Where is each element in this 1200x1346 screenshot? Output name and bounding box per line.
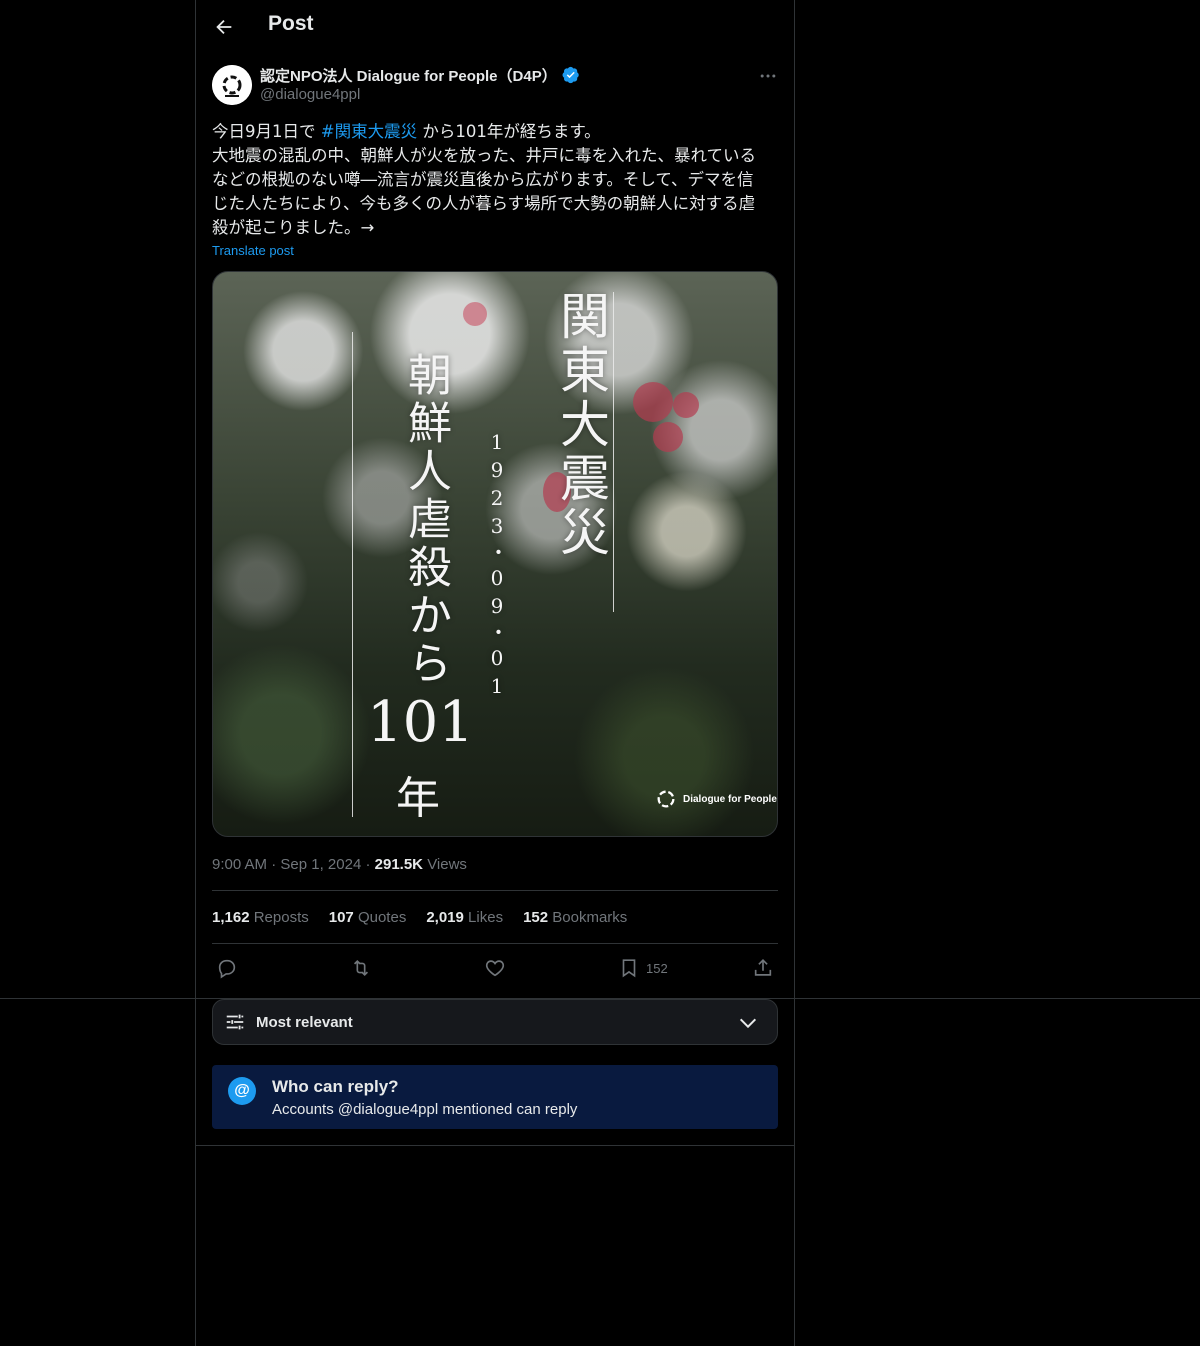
- likes-stat[interactable]: 2,019 Likes: [426, 909, 503, 926]
- avatar[interactable]: [212, 65, 252, 105]
- share-button[interactable]: [752, 956, 774, 980]
- post-text-line: じた人たちにより、今も多くの人が暮らす場所で大勢の朝鮮人に対する虐: [212, 194, 756, 213]
- bookmarks-count: 152: [523, 909, 549, 926]
- views-count: 291.5K: [374, 856, 424, 873]
- flower-decoration: [653, 422, 683, 452]
- image-year-text: 年: [396, 773, 440, 824]
- flower-decoration: [673, 392, 699, 418]
- reposts-label: Reposts: [253, 909, 309, 926]
- image-number-text: 101: [367, 690, 474, 755]
- reply-restriction-notice: @ Who can reply? Accounts @dialogue4ppl …: [212, 1065, 778, 1129]
- flower-decoration: [463, 302, 487, 326]
- reply-restriction-description: Accounts @dialogue4ppl mentioned can rep…: [272, 1101, 578, 1118]
- action-bar: 152: [212, 954, 778, 982]
- more-options-icon[interactable]: [758, 66, 778, 86]
- quotes-label: Quotes: [357, 909, 407, 926]
- author-handle[interactable]: @dialogue4ppl: [260, 86, 360, 103]
- divider: [212, 943, 778, 944]
- post-date[interactable]: Sep 1, 2024: [280, 856, 361, 873]
- post-time[interactable]: 9:00 AM: [212, 856, 267, 873]
- bookmark-button[interactable]: 152: [618, 956, 668, 980]
- reply-button[interactable]: [216, 956, 238, 980]
- translate-post-link[interactable]: Translate post: [212, 243, 294, 258]
- image-subtitle-text: 朝鮮人虐殺から: [400, 352, 451, 688]
- reposts-stat[interactable]: 1,162 Reposts: [212, 909, 309, 926]
- reply-sort-dropdown[interactable]: Most relevant: [212, 999, 778, 1045]
- post-timestamp: 9:00 AM · Sep 1, 2024 · 291.5K Views: [212, 856, 467, 873]
- post-text-segment: から101年が経ちます。: [422, 122, 601, 141]
- share-icon: [754, 959, 772, 976]
- heart-icon: [485, 960, 505, 977]
- likes-count: 2,019: [426, 909, 464, 926]
- d4p-logo-icon: [657, 790, 675, 808]
- image-logo: Dialogue for People: [655, 788, 777, 810]
- repost-button[interactable]: [350, 956, 372, 980]
- divider: [195, 1145, 795, 1146]
- reply-icon: [218, 959, 236, 979]
- post-text-line: などの根拠のない噂―流言が震災直後から広がります。そして、デマを信: [212, 170, 754, 189]
- likes-label: Likes: [468, 909, 504, 926]
- at-sign-icon: @: [228, 1077, 256, 1105]
- reply-restriction-title: Who can reply?: [272, 1077, 399, 1096]
- decorative-line: [352, 332, 353, 817]
- arrow-left-icon[interactable]: [213, 16, 235, 38]
- engagement-stats: 1,162 Reposts 107 Quotes 2,019 Likes 152…: [212, 909, 627, 926]
- bookmark-count: 152: [646, 960, 668, 976]
- quotes-count: 107: [328, 909, 354, 926]
- d4p-logo-icon: [212, 65, 252, 105]
- post-text-line: 殺が起こりました。→: [212, 218, 375, 237]
- verified-badge-icon: [562, 66, 579, 84]
- author-name[interactable]: 認定NPO法人 Dialogue for People（D4P）: [260, 65, 557, 86]
- bookmark-icon: [622, 959, 636, 978]
- quotes-stat[interactable]: 107 Quotes: [329, 909, 407, 926]
- post-image[interactable]: 関東大震災 1923・09・01 朝鮮人虐殺から 101 年 Dialogue …: [212, 271, 778, 837]
- post-text: 今日9月1日で #関東大震災 から101年が経ちます。 大地震の混乱の中、朝鮮人…: [212, 120, 778, 240]
- hashtag-link[interactable]: #関東大震災: [321, 122, 417, 141]
- flower-decoration: [633, 382, 673, 422]
- image-title-text: 関東大震災: [552, 290, 610, 560]
- chevron-down-icon: [739, 1018, 757, 1029]
- post-text-segment: 今日9月1日で: [212, 122, 316, 141]
- repost-icon: [353, 959, 369, 977]
- sort-label: Most relevant: [256, 1014, 353, 1031]
- views-label: Views: [427, 856, 467, 873]
- sliders-icon: [226, 1014, 244, 1030]
- like-button[interactable]: [484, 956, 506, 980]
- bookmarks-stat[interactable]: 152 Bookmarks: [523, 909, 627, 926]
- image-logo-text: Dialogue for People: [683, 793, 777, 805]
- bookmarks-label: Bookmarks: [552, 909, 628, 926]
- reposts-count: 1,162: [212, 909, 250, 926]
- divider: [212, 890, 778, 891]
- page-title: Post: [268, 12, 314, 35]
- post-text-line: 大地震の混乱の中、朝鮮人が火を放った、井戸に毒を入れた、暴れている: [212, 146, 757, 165]
- image-date-text: 1923・09・01: [485, 430, 509, 702]
